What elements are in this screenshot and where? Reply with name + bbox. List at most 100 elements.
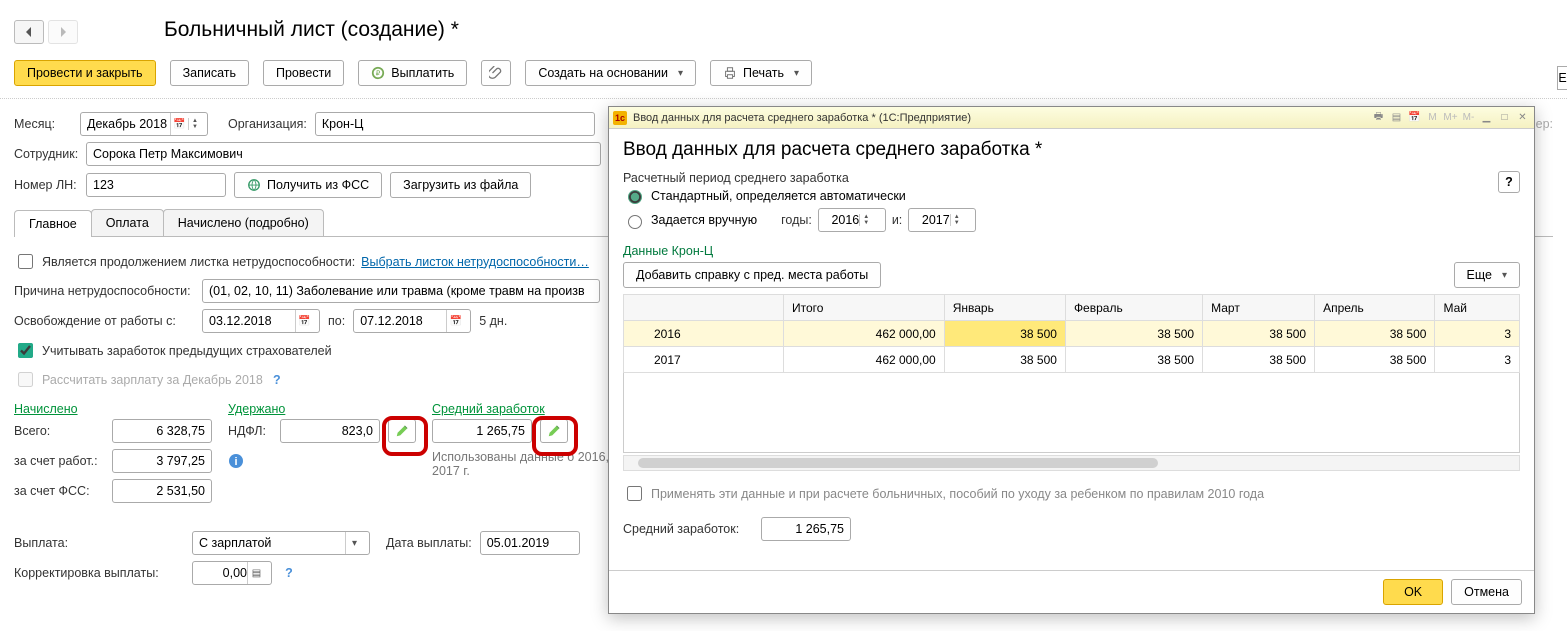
earnings-table[interactable]: Итого Январь Февраль Март Апрель Май 201… — [623, 294, 1520, 453]
globe-icon — [247, 178, 261, 192]
period-auto-radio[interactable] — [628, 190, 642, 204]
col-jan: Январь — [944, 295, 1065, 321]
reason-input[interactable]: (01, 02, 10, 11) Заболевание или травма … — [202, 279, 600, 303]
load-from-file-button[interactable]: Загрузить из файла — [390, 172, 531, 198]
year2-input[interactable]: 2017▲▼ — [908, 208, 976, 232]
close-icon[interactable]: ✕ — [1515, 110, 1530, 125]
tab-main[interactable]: Главное — [14, 210, 92, 237]
years-label: годы: — [781, 213, 812, 227]
help-icon[interactable]: ? — [280, 564, 298, 582]
total-value[interactable]: 6 328,75 — [112, 419, 212, 443]
fss-part-label: за счет ФСС: — [14, 484, 104, 498]
m-minus-icon[interactable]: M- — [1461, 110, 1476, 125]
data-source-heading: Данные Крон-Ц — [623, 244, 1520, 262]
avg-value[interactable]: 1 265,75 — [432, 419, 532, 443]
org-input[interactable]: Крон-Ц — [315, 112, 595, 136]
printer-icon — [723, 66, 737, 80]
calendar-icon[interactable]: 📅 — [1407, 110, 1422, 125]
info-icon: i — [228, 453, 244, 469]
get-from-fss-button[interactable]: Получить из ФСС — [234, 172, 382, 198]
month-input[interactable]: Декабрь 2018 📅 ▲▼ — [80, 112, 208, 136]
withheld-heading: Удержано — [228, 402, 428, 416]
year2-spinner[interactable]: ▲▼ — [950, 214, 963, 226]
table-row[interactable]: 2017 462 000,00 38 500 38 500 38 500 38 … — [624, 347, 1520, 373]
tab-payment[interactable]: Оплата — [91, 209, 164, 236]
print-button[interactable]: Печать — [710, 60, 812, 86]
app-icon: 1c — [613, 111, 627, 125]
employer-part-value[interactable]: 3 797,25 — [112, 449, 212, 473]
period-manual-radio[interactable] — [628, 215, 642, 229]
period-auto-label: Стандартный, определяется автоматически — [651, 189, 906, 203]
modal-heading: Ввод данных для расчета среднего заработ… — [623, 139, 1520, 171]
payout-select[interactable]: С зарплатой ▾ — [192, 531, 370, 555]
release-from-label: Освобождение от работы с: — [14, 314, 194, 328]
calc-icon[interactable]: ▤ — [1389, 110, 1404, 125]
nav-back-button[interactable] — [14, 20, 44, 44]
release-to-label: по: — [328, 314, 345, 328]
table-row[interactable]: 2016 462 000,00 38 500 38 500 38 500 38 … — [624, 321, 1520, 347]
year1-spinner[interactable]: ▲▼ — [859, 214, 872, 226]
add-reference-button[interactable]: Добавить справку с пред. места работы — [623, 262, 881, 288]
more-button[interactable]: Еще — [1454, 262, 1520, 288]
ok-button[interactable]: OK — [1383, 579, 1443, 605]
write-button[interactable]: Записать — [170, 60, 249, 86]
cancel-button[interactable]: Отмена — [1451, 579, 1522, 605]
release-from-input[interactable]: 03.12.2018 📅 — [202, 309, 320, 333]
apply-2010-rules-checkbox[interactable] — [627, 486, 642, 501]
payout-label: Выплата: — [14, 536, 184, 550]
ln-number-label: Номер ЛН: — [14, 178, 78, 192]
table-horizontal-scrollbar[interactable] — [623, 455, 1520, 471]
create-based-on-button[interactable]: Создать на основании — [525, 60, 696, 86]
is-continuation-checkbox[interactable] — [18, 254, 33, 269]
attachment-button[interactable] — [481, 60, 511, 86]
calc-icon[interactable]: ▤ — [247, 562, 265, 584]
tab-accrued-detail[interactable]: Начислено (подробно) — [163, 209, 324, 236]
employer-part-label: за счет работ.: — [14, 454, 104, 468]
release-days: 5 дн. — [479, 314, 507, 328]
edit-avg-button[interactable] — [540, 419, 568, 443]
collapse-button[interactable]: Е — [1557, 66, 1567, 90]
correction-input[interactable]: 0,00▤ — [192, 561, 272, 585]
pencil-icon — [547, 424, 561, 438]
years-and-label: и: — [892, 213, 902, 227]
nav-forward-button[interactable] — [48, 20, 78, 44]
consider-prev-insurers-checkbox[interactable] — [18, 343, 33, 358]
year1-input[interactable]: 2016▲▼ — [818, 208, 886, 232]
ln-number-input[interactable]: 123 — [86, 173, 226, 197]
modal-help-button[interactable]: ? — [1498, 171, 1520, 193]
modal-titlebar[interactable]: 1c Ввод данных для расчета среднего зара… — [609, 107, 1534, 129]
col-total: Итого — [784, 295, 945, 321]
pay-button[interactable]: ₽ Выплатить — [358, 60, 467, 86]
ndfl-label: НДФЛ: — [228, 424, 272, 438]
m-plus-icon[interactable]: M+ — [1443, 110, 1458, 125]
calendar-icon[interactable]: 📅 — [446, 310, 464, 332]
chevron-down-icon[interactable]: ▾ — [345, 532, 363, 554]
m-icon[interactable]: M — [1425, 110, 1440, 125]
minimize-icon[interactable]: ▁ — [1479, 110, 1494, 125]
avg-earnings-modal: 1c Ввод данных для расчета среднего зара… — [608, 106, 1535, 614]
period-label: Расчетный период среднего заработка — [623, 171, 1498, 185]
fss-part-value[interactable]: 2 531,50 — [112, 479, 212, 503]
print-icon[interactable]: 🖶 — [1371, 110, 1386, 125]
edit-ndfl-button[interactable] — [388, 419, 416, 443]
month-spinner[interactable]: ▲▼ — [188, 118, 201, 130]
help-icon[interactable]: ? — [269, 372, 285, 388]
release-to-input[interactable]: 07.12.2018 📅 — [353, 309, 471, 333]
maximize-icon[interactable]: □ — [1497, 110, 1512, 125]
calendar-icon[interactable]: 📅 — [170, 113, 188, 135]
consider-prev-insurers-label: Учитывать заработок предыдущих страховат… — [42, 344, 332, 358]
modal-avg-value[interactable]: 1 265,75 — [761, 517, 851, 541]
accrued-heading: Начислено — [14, 402, 224, 416]
modal-window-title: Ввод данных для расчета среднего заработ… — [633, 112, 971, 124]
col-apr: Апрель — [1315, 295, 1435, 321]
ndfl-value[interactable]: 823,0 — [280, 419, 380, 443]
pencil-icon — [395, 424, 409, 438]
page-title: Больничный лист (создание) * — [164, 8, 459, 56]
employee-input[interactable]: Сорока Петр Максимович — [86, 142, 601, 166]
payout-date-input[interactable]: 05.01.2019 — [480, 531, 580, 555]
post-button[interactable]: Провести — [263, 60, 344, 86]
choose-ln-link[interactable]: Выбрать листок нетрудоспособности… — [361, 255, 589, 269]
col-feb: Февраль — [1065, 295, 1202, 321]
post-and-close-button[interactable]: Провести и закрыть — [14, 60, 156, 86]
calendar-icon[interactable]: 📅 — [295, 310, 313, 332]
